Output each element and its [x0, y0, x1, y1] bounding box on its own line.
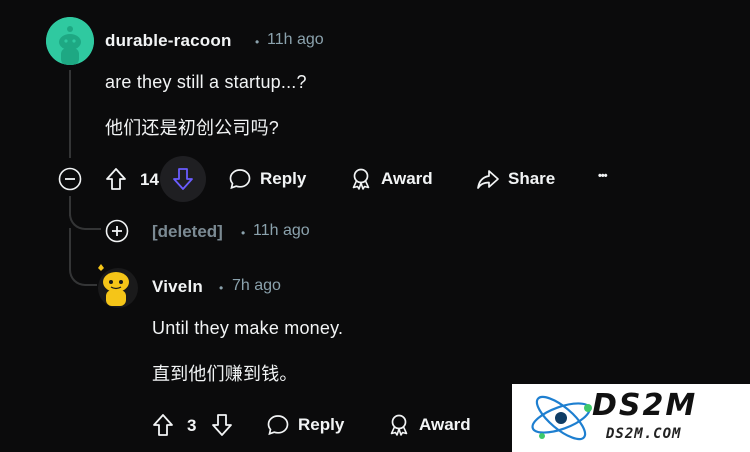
avatar[interactable]	[46, 17, 94, 65]
plus-circle-icon	[105, 219, 129, 243]
comment-timestamp[interactable]: 7h ago	[232, 277, 281, 295]
comment-timestamp[interactable]: 11h ago	[267, 31, 324, 49]
reply-label: Reply	[298, 415, 345, 434]
vote-score: 14	[140, 170, 159, 189]
award-label: Award	[419, 415, 471, 434]
reply-button[interactable]: Reply	[266, 413, 344, 437]
meta-separator: •	[241, 226, 246, 240]
watermark-main-text: DS2M	[592, 388, 698, 423]
snoo-avatar-icon	[46, 17, 94, 65]
more-options-button[interactable]: •••	[598, 170, 608, 182]
snoo-yellow-avatar-icon	[98, 264, 138, 308]
comment-author[interactable]: Viveln	[152, 277, 203, 297]
downvote-arrow-icon	[173, 168, 193, 190]
downvote-arrow-wrapper	[171, 166, 195, 192]
award-button[interactable]: Award	[349, 167, 433, 191]
share-button[interactable]: Share	[476, 167, 555, 191]
award-button[interactable]: Award	[387, 413, 471, 437]
reply-label: Reply	[260, 169, 307, 188]
comment-text-line1: Until they make money.	[152, 318, 344, 338]
avatar[interactable]	[94, 262, 138, 308]
downvote-button[interactable]	[210, 412, 234, 438]
comment-text-line1: are they still a startup...?	[105, 72, 307, 92]
meta-separator: •	[219, 281, 224, 295]
award-label: Award	[381, 169, 433, 188]
upvote-arrow-icon	[153, 414, 173, 436]
minus-circle-icon	[58, 167, 82, 191]
share-arrow-icon	[477, 170, 499, 189]
watermark-sub-text: DS2M.COM	[606, 426, 682, 442]
collapse-button[interactable]	[58, 167, 82, 191]
upvote-button[interactable]	[104, 166, 128, 192]
thread-curve-deleted	[69, 200, 101, 230]
chat-bubble-icon	[267, 415, 289, 436]
award-icon	[352, 168, 370, 190]
upvote-button[interactable]	[151, 412, 175, 438]
watermark-logo: DS2M DS2M.COM	[512, 384, 750, 452]
thread-curve-reply	[69, 250, 97, 286]
award-icon	[390, 414, 408, 436]
comment-author[interactable]: durable-racoon	[105, 31, 232, 51]
thread-line-main	[69, 70, 71, 158]
chat-bubble-icon	[229, 169, 251, 190]
comment-timestamp[interactable]: 11h ago	[253, 222, 310, 240]
upvote-arrow-icon	[106, 168, 126, 190]
share-label: Share	[508, 169, 556, 188]
meta-separator: •	[255, 35, 260, 49]
reply-button[interactable]: Reply	[228, 167, 306, 191]
atom-logo-icon	[531, 395, 592, 441]
expand-button[interactable]	[105, 219, 129, 243]
vote-score: 3	[187, 416, 197, 435]
downvote-arrow-icon	[212, 414, 232, 436]
deleted-author: [deleted]	[152, 222, 223, 241]
comment-text-line2: 他们还是初创公司吗?	[105, 118, 280, 138]
comment-text-line2: 直到他们赚到钱。	[152, 364, 298, 384]
